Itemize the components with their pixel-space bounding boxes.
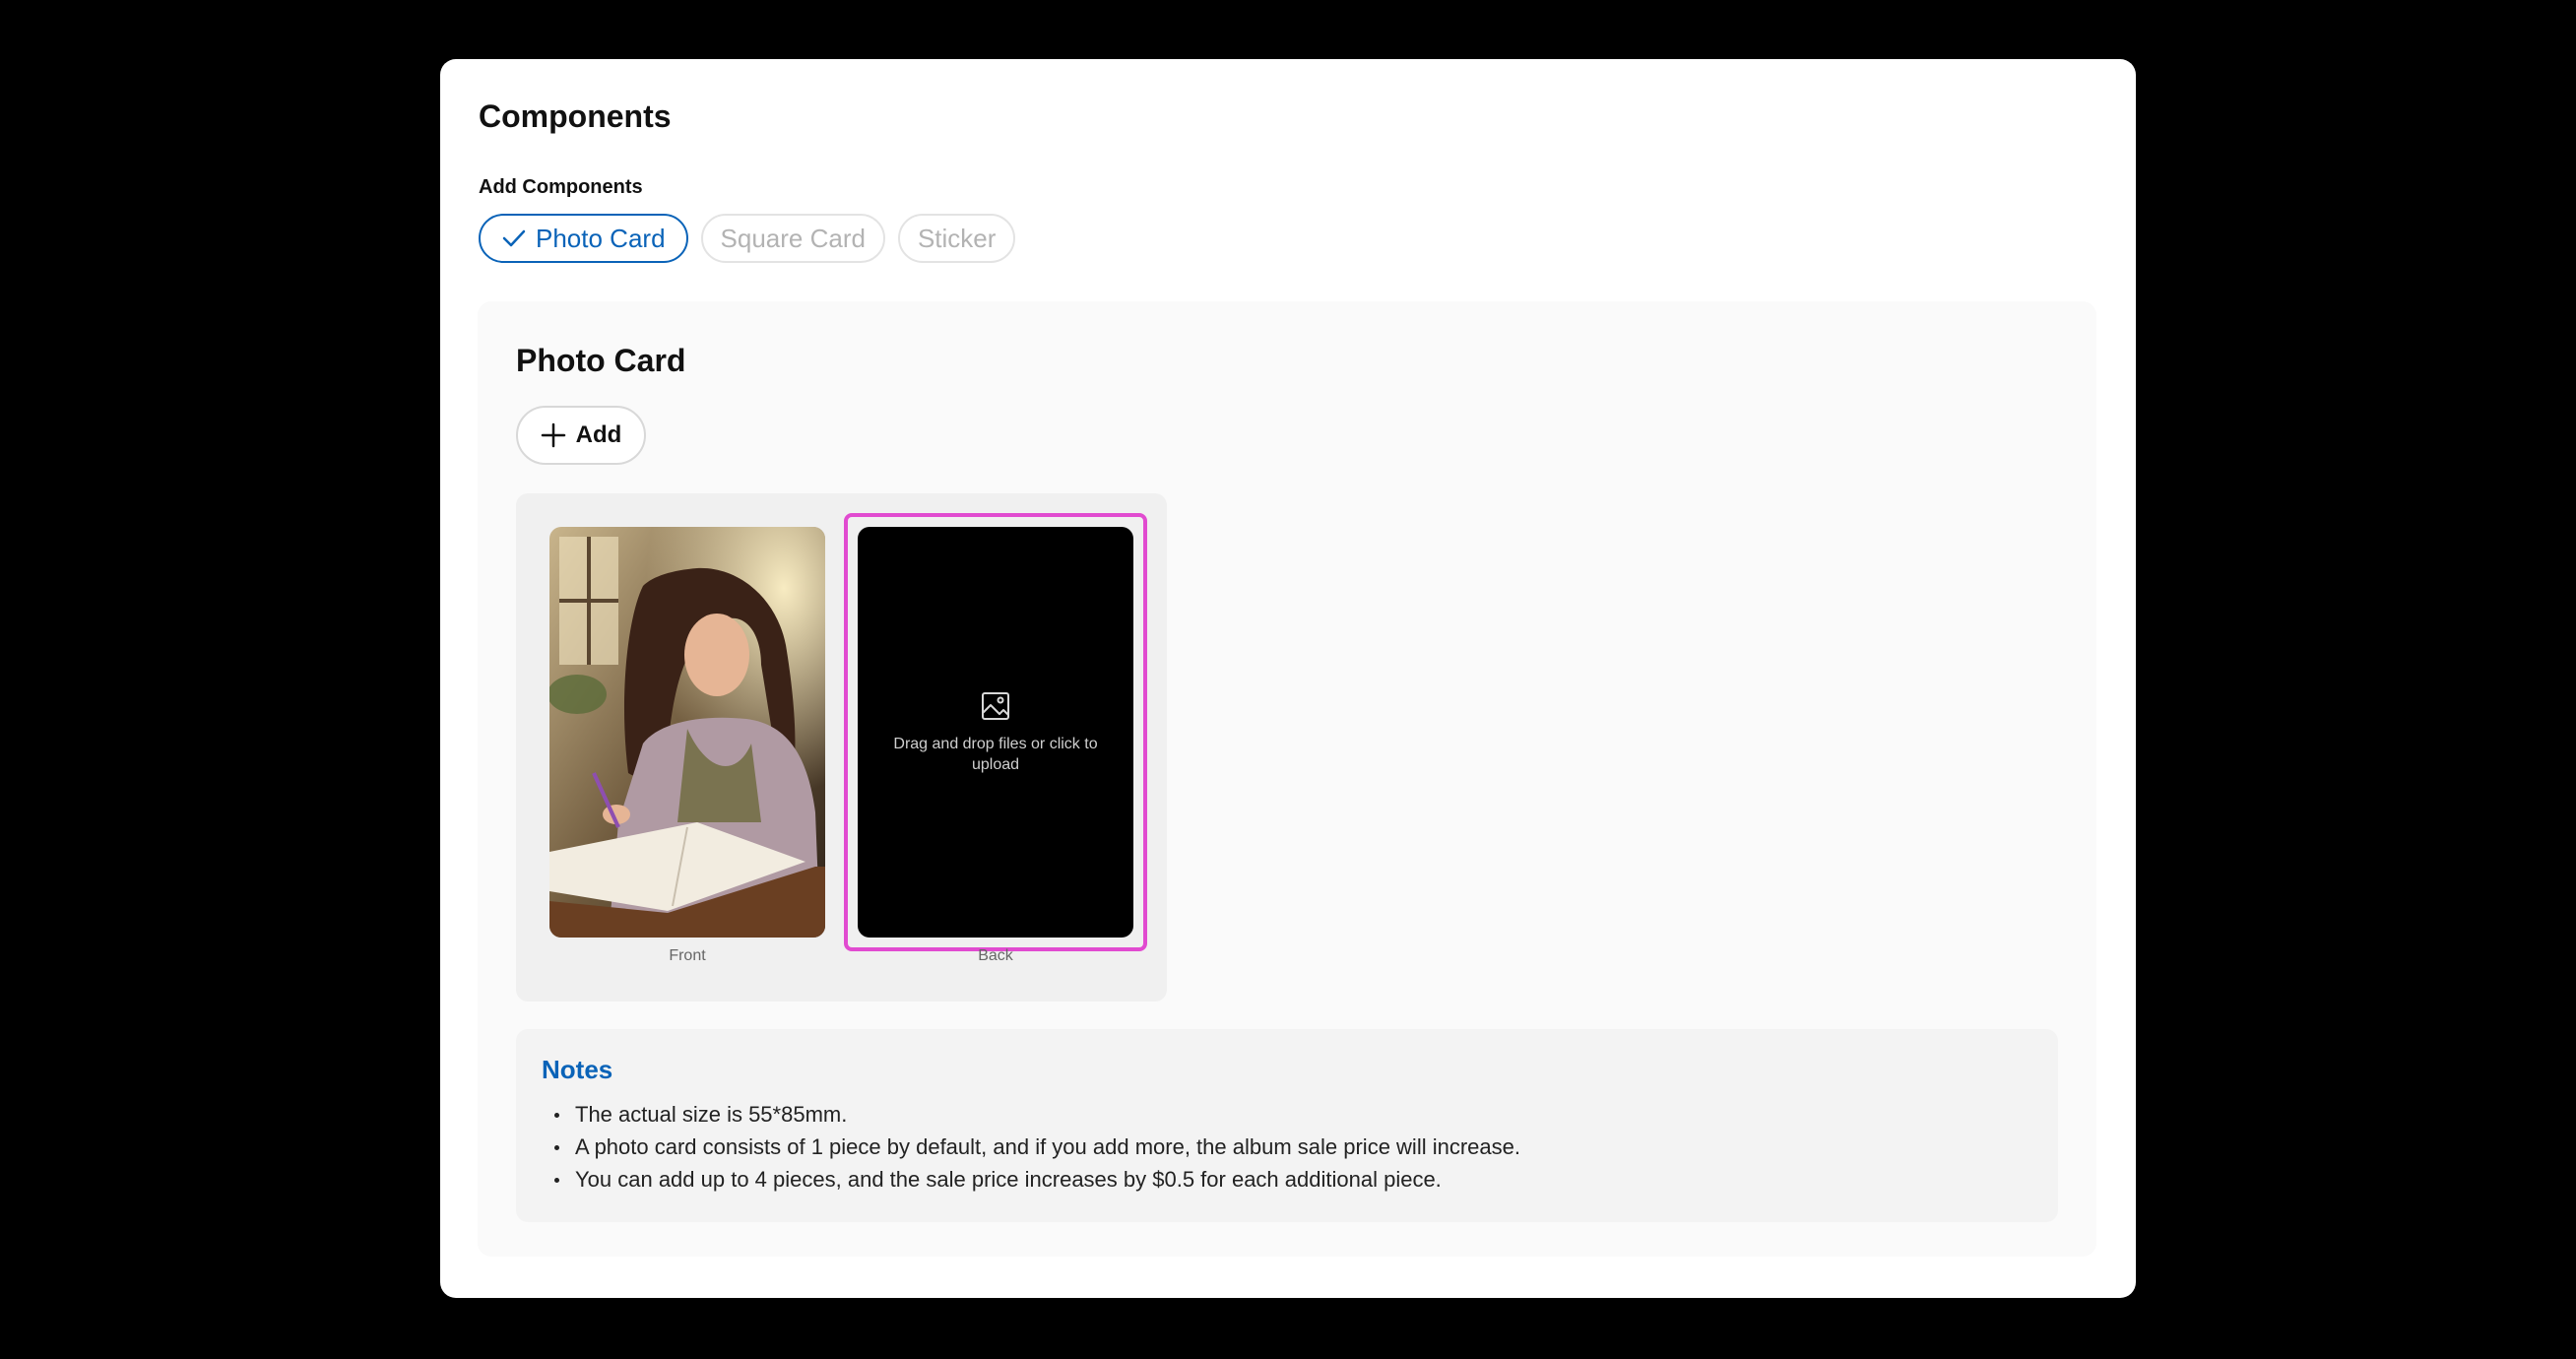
card-sides-container: Drag and drop files or click to upload F…	[516, 493, 1167, 1002]
modal-title: Components	[479, 98, 672, 134]
chip-label: Photo Card	[536, 223, 666, 253]
check-icon	[502, 229, 526, 247]
notes-title: Notes	[542, 1055, 613, 1084]
front-label: Front	[669, 947, 706, 964]
front-card-image[interactable]	[549, 527, 825, 938]
chip-sticker[interactable]: Sticker	[897, 214, 1016, 263]
chip-photo-card[interactable]: Photo Card	[479, 214, 688, 263]
notes-box: Notes The actual size is 55*85mm. A phot…	[516, 1029, 2058, 1222]
plus-icon	[541, 422, 565, 448]
photo-card-panel: Photo Card Add Drag and drop files or cl…	[478, 301, 2096, 1257]
chip-square-card[interactable]: Square Card	[700, 214, 885, 263]
panel-title: Photo Card	[516, 343, 686, 378]
photo-illustration	[549, 527, 825, 938]
back-card-dropzone[interactable]: Drag and drop files or click to upload	[858, 527, 1133, 938]
image-icon	[982, 691, 1009, 720]
note-item: You can add up to 4 pieces, and the sale…	[542, 1163, 1520, 1196]
add-components-label: Add Components	[479, 176, 643, 198]
chip-label: Square Card	[720, 223, 866, 253]
add-button[interactable]: Add	[516, 406, 646, 465]
components-modal: Components Add Components Photo Card Squ…	[440, 59, 2136, 1298]
note-item: A photo card consists of 1 piece by defa…	[542, 1131, 1520, 1163]
back-label: Back	[978, 947, 1013, 964]
upload-instructions: Drag and drop files or click to upload	[893, 735, 1098, 773]
add-button-label: Add	[575, 421, 622, 448]
notes-list: The actual size is 55*85mm. A photo card…	[542, 1098, 1520, 1196]
component-chips: Photo Card Square Card Sticker	[479, 214, 1016, 263]
note-item: The actual size is 55*85mm.	[542, 1098, 1520, 1131]
chip-label: Sticker	[917, 223, 997, 253]
